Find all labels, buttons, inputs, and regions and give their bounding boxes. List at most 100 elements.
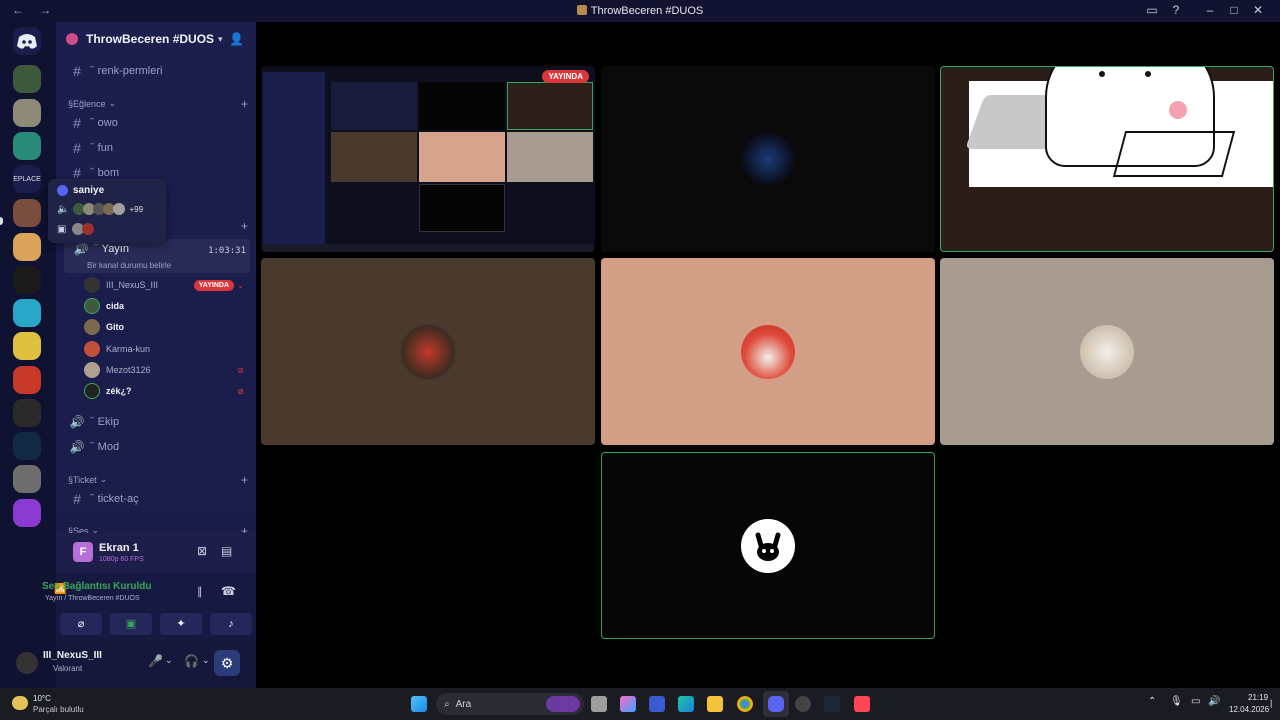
server-icon[interactable] [13,199,41,227]
voice-channel-ekip[interactable]: 🔊 ˝ Ekip [64,411,250,433]
clock-date[interactable]: 12.04.2026 [1229,705,1269,714]
weather-icon[interactable] [12,696,28,710]
stop-stream-icon[interactable]: ⊠ [197,544,207,558]
stream-tile[interactable]: YAYINDA [261,66,595,252]
video-tile[interactable] [601,258,935,445]
server-icon[interactable]: EPLACE [13,165,41,193]
task-view-icon[interactable] [591,696,607,712]
taskbar-search[interactable]: ⌕ Ara [436,693,584,715]
steam-icon[interactable] [824,696,840,712]
mic-icon[interactable]: 🎤 [148,654,163,668]
chevron-up-icon[interactable]: ⌃ [1148,696,1156,707]
hash-icon: # [73,63,81,79]
minimize-button[interactable]: – [1198,3,1222,17]
voice-status-title[interactable]: Ses Bağlantısı Kuruldu [42,581,151,592]
voice-user[interactable]: cida [84,296,244,316]
voice-connection: 📶 Ses Bağlantısı Kuruldu Yayın / ThrowBe… [42,573,256,609]
camera-off-button[interactable]: ⌀ [60,613,102,635]
copilot-icon[interactable] [620,696,636,712]
guild-header[interactable]: ThrowBeceren #DUOS ▾ 👤 [56,22,256,56]
voice-user[interactable]: Karma-kun [84,339,244,359]
voice-user[interactable]: zék¿? ⊘ [84,381,244,401]
stream-settings-icon[interactable]: ▤ [221,544,232,558]
user-name[interactable]: III_NexuS_III [43,650,102,661]
server-icon[interactable] [13,299,41,327]
server-icon[interactable] [13,132,41,160]
server-icon[interactable] [13,332,41,360]
window-title-text: ThrowBeceren #DUOS [590,5,704,17]
voice-channel-mod[interactable]: 🔊 ˝ Mod [64,436,250,458]
screen-title: Ekran 1 [99,542,139,554]
maximize-button[interactable]: □ [1222,3,1246,17]
category-ticket[interactable]: § Ticket ⌄ + [68,473,248,487]
mic-tray-icon[interactable]: 🎙 [1170,696,1183,707]
add-channel-icon[interactable]: + [241,97,248,111]
more-count: +99 [129,204,144,214]
close-button[interactable]: ✕ [1246,3,1270,17]
server-icon[interactable] [13,399,41,427]
chevron-down-icon[interactable]: ⌄ [165,655,173,666]
server-icon[interactable] [13,465,41,493]
add-channel-icon[interactable]: + [241,473,248,487]
video-tile[interactable] [601,66,935,252]
server-icon[interactable] [13,99,41,127]
voice-status-sub[interactable]: Yayın / ThrowBeceren #DUOS [45,595,140,602]
chrome-icon[interactable] [737,696,753,712]
voice-channel-yayin[interactable]: 🔊 ˝ Yayın 1:03:31 Bir kanal durumu belirle [64,239,250,273]
selected-pip [0,217,3,225]
help-icon[interactable]: ? [1164,3,1188,17]
edge-icon[interactable] [678,696,694,712]
noise-suppression-icon[interactable]: ∥ [197,585,203,598]
clock-time[interactable]: 21:19 [1248,693,1268,702]
video-tile-speaking[interactable] [601,452,935,639]
channel-ticket-ac[interactable]: # ˝ ticket-aç [64,488,250,510]
disconnect-icon[interactable]: ☎ [221,584,236,598]
avatar[interactable] [16,652,38,674]
weather-temp[interactable]: 10°C [33,694,51,703]
store-icon[interactable] [649,696,665,712]
voice-user[interactable]: Mezot3126 ⊘ [84,360,244,380]
server-icon[interactable] [13,432,41,460]
channel-owo[interactable]: # ˝ owo [64,112,250,134]
soundboard-button[interactable]: ♪ [210,613,252,635]
avatar [741,518,795,573]
video-tile[interactable] [940,258,1274,445]
valorant-icon[interactable] [854,696,870,712]
volume-icon[interactable]: 🔊 [1208,696,1220,707]
network-icon[interactable]: ▭ [1191,696,1200,707]
video-tile-speaking[interactable] [940,66,1274,252]
notification-icon[interactable]: | [1270,698,1272,708]
video-tile[interactable] [261,258,595,445]
voice-actions: ⌀ ▣ ✦ ♪ [60,613,252,635]
weather-desc[interactable]: Parçalı bulutlu [33,705,84,714]
channel-renk-permleri[interactable]: # ˝ renk-permleri [64,60,250,82]
file-explorer-icon[interactable] [707,696,723,712]
headphones-icon[interactable]: 🎧 [184,654,199,668]
chevron-down-icon: ▾ [218,33,223,44]
windows-start-icon[interactable] [411,696,427,712]
server-icon[interactable] [13,499,41,527]
discord-taskbar-icon[interactable] [768,696,784,712]
server-icon[interactable] [13,266,41,294]
inbox-icon[interactable]: ▭ [1140,3,1164,17]
voice-user[interactable]: III_NexuS_III YAYINDA ⌄ [84,275,244,295]
category-eglence[interactable]: § Eğlence ⌄ + [68,97,248,111]
add-channel-icon[interactable]: + [241,219,248,233]
chevron-down-icon[interactable]: ⌄ [202,655,210,666]
activities-button[interactable]: ✦ [160,613,202,635]
channel-status[interactable]: Bir kanal durumu belirle [87,261,171,270]
channel-label: bom [97,167,120,179]
channel-fun[interactable]: # ˝ fun [64,137,250,159]
share-screen-button[interactable]: ▣ [110,613,152,635]
avatar [113,203,126,215]
server-icon[interactable] [13,65,41,93]
server-icon[interactable] [13,366,41,394]
invite-icon[interactable]: 👤 [229,32,244,46]
gear-icon[interactable]: ⚙ [214,650,240,676]
hash-icon: # [73,115,81,131]
discord-home-icon[interactable] [13,27,41,55]
voice-user[interactable]: Gito [84,317,244,337]
server-icon[interactable] [13,233,41,261]
app-icon[interactable] [795,696,811,712]
voice-user-name: Mezot3126 [106,365,151,375]
